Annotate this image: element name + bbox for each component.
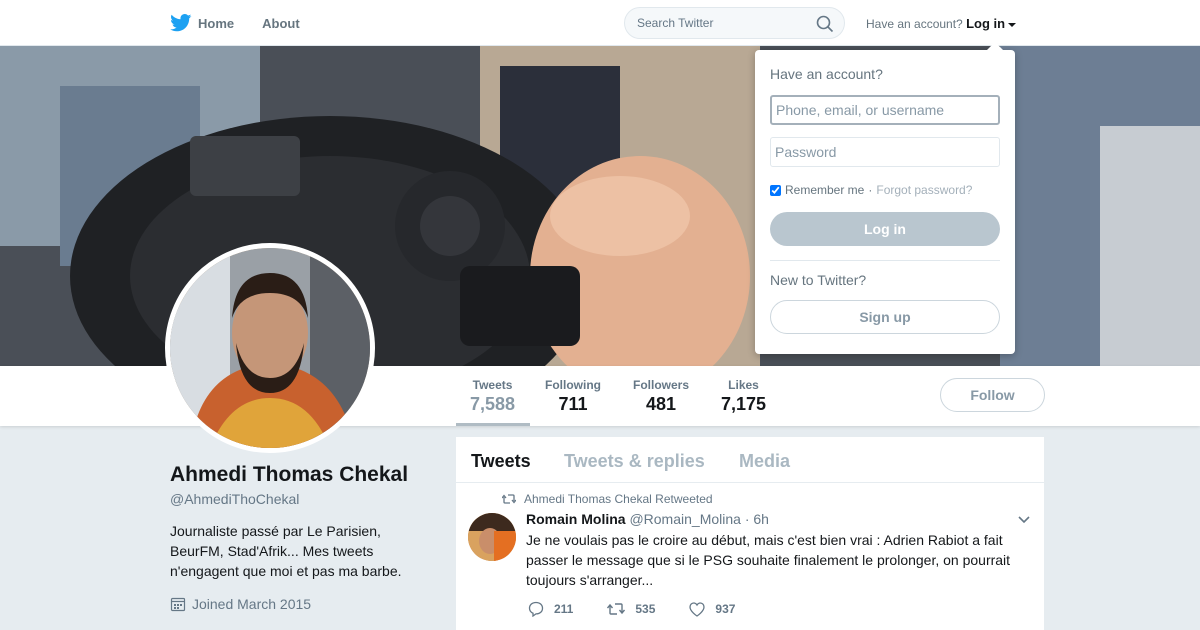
reply-count: 211 xyxy=(554,602,574,616)
login-dropdown-title: Have an account? xyxy=(770,66,883,82)
forgot-password-link[interactable]: Forgot password? xyxy=(876,183,972,197)
stat-value: 481 xyxy=(645,394,677,414)
stat-label: Likes xyxy=(728,378,759,392)
calendar-icon xyxy=(170,597,186,612)
stat-label: Following xyxy=(545,378,601,392)
remember-separator: · xyxy=(868,183,873,197)
tweet-author-name[interactable]: Romain Molina xyxy=(526,511,626,527)
stat-tweets[interactable]: Tweets 7,588 xyxy=(470,378,515,415)
search-input[interactable] xyxy=(637,16,807,30)
timeline: Tweets Tweets & replies Media Ahmedi Tho… xyxy=(456,437,1044,630)
heart-icon xyxy=(689,601,706,617)
nav-about-label: About xyxy=(262,15,300,31)
tweet-text: Je ne voulais pas le croire au début, ma… xyxy=(526,532,1011,588)
follow-button[interactable]: Follow xyxy=(940,378,1045,412)
reply-icon xyxy=(528,601,544,617)
dropdown-arrow xyxy=(987,42,1003,50)
nav-about[interactable]: About xyxy=(262,16,300,31)
tab-tweets[interactable]: Tweets xyxy=(471,451,531,472)
avatar[interactable] xyxy=(165,243,375,453)
account-prompt: Have an account? xyxy=(866,17,963,31)
dropdown-divider xyxy=(770,260,1000,261)
signup-button[interactable]: Sign up xyxy=(770,300,1000,334)
tweet-actions: 211 535 937 xyxy=(528,601,769,617)
remember-row: Remember me · Forgot password? xyxy=(770,183,972,197)
stat-label: Followers xyxy=(633,378,690,392)
password-field[interactable] xyxy=(770,137,1000,167)
timeline-tabs: Tweets Tweets & replies Media xyxy=(456,437,1044,483)
nav-left: Home About xyxy=(170,0,328,46)
retweet-count: 535 xyxy=(635,602,656,616)
stat-following[interactable]: Following 711 xyxy=(545,378,601,415)
remember-label[interactable]: Remember me xyxy=(785,183,864,197)
remember-checkbox[interactable] xyxy=(770,184,781,196)
profile-name[interactable]: Ahmedi Thomas Chekal xyxy=(170,463,408,487)
reply-action[interactable]: 211 xyxy=(528,601,573,617)
stat-followers[interactable]: Followers 481 xyxy=(633,378,689,415)
login-button[interactable]: Log in xyxy=(770,212,1000,246)
retweet-icon xyxy=(607,603,626,615)
login-dropdown: Have an account? Remember me · Forgot pa… xyxy=(755,50,1015,354)
tweet-time[interactable]: 6h xyxy=(753,511,769,527)
profile-handle[interactable]: @AhmediThoChekal xyxy=(170,491,299,507)
stat-value: 7,588 xyxy=(470,394,516,414)
search-box[interactable] xyxy=(624,7,845,39)
active-stat-underline xyxy=(456,423,530,426)
retweet-context-label[interactable]: Ahmedi Thomas Chekal Retweeted xyxy=(524,492,713,506)
tweet-author-avatar[interactable] xyxy=(468,513,516,561)
caret-down-icon xyxy=(1008,22,1017,27)
retweet-action[interactable]: 535 xyxy=(607,601,655,617)
tab-media[interactable]: Media xyxy=(739,451,790,472)
tweet-avatar-image xyxy=(468,513,516,561)
login-menu-label[interactable]: Log in xyxy=(966,16,1005,31)
retweet-context: Ahmedi Thomas Chekal Retweeted xyxy=(502,492,713,506)
avatar-image xyxy=(170,248,370,448)
like-action[interactable]: 937 xyxy=(689,601,735,617)
nav-home[interactable]: Home xyxy=(170,14,234,32)
tweet-header: Romain Molina @Romain_Molina · 6h xyxy=(526,511,769,527)
account-menu[interactable]: Have an account? Log in xyxy=(866,16,1017,31)
search-icon[interactable] xyxy=(816,15,834,33)
stat-value: 711 xyxy=(558,394,588,414)
retweet-icon xyxy=(502,494,516,504)
twitter-bird-icon xyxy=(170,14,192,32)
top-navigation: Home About Have an account? Log in xyxy=(0,0,1200,46)
stat-likes[interactable]: Likes 7,175 xyxy=(721,378,766,415)
profile-bio: Journaliste passé par Le Parisien, BeurF… xyxy=(170,523,402,579)
stat-label: Tweets xyxy=(472,378,513,392)
chevron-down-icon[interactable] xyxy=(1018,516,1030,524)
new-to-twitter-label: New to Twitter? xyxy=(770,272,867,288)
tab-tweets-replies[interactable]: Tweets & replies xyxy=(564,451,705,472)
tweet-author-handle[interactable]: @Romain_Molina xyxy=(629,511,740,527)
like-count: 937 xyxy=(715,602,736,616)
stat-value: 7,175 xyxy=(721,394,767,414)
username-field[interactable] xyxy=(770,95,1000,125)
joined-label: Joined March 2015 xyxy=(192,596,312,612)
profile-joined: Joined March 2015 xyxy=(170,596,311,612)
tweet-separator: · xyxy=(744,511,750,527)
nav-home-label: Home xyxy=(198,15,235,31)
